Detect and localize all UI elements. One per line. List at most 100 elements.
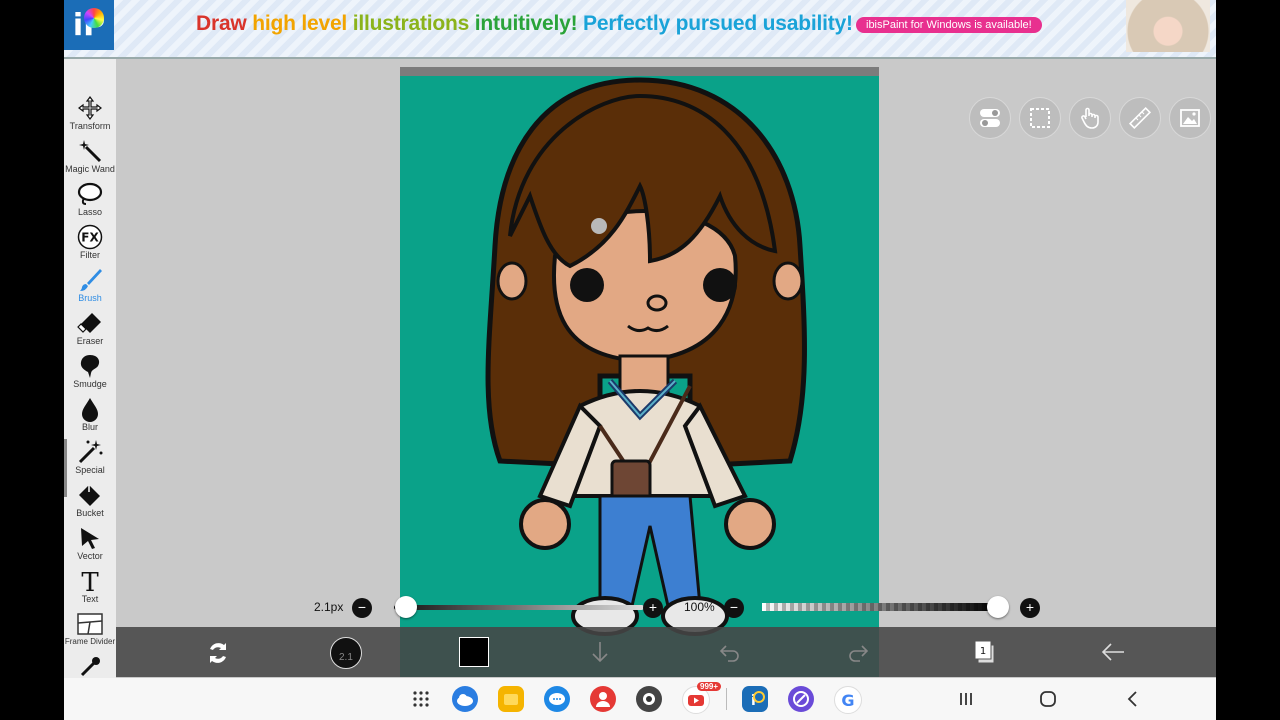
image-icon xyxy=(1180,109,1200,127)
hand-touch-icon xyxy=(1081,107,1099,129)
lasso-icon xyxy=(77,181,103,207)
home-circle-icon xyxy=(1040,691,1056,707)
apps-grid-icon xyxy=(413,691,429,707)
camera-app-icon[interactable] xyxy=(636,686,662,712)
files-app-icon[interactable] xyxy=(498,686,524,712)
headline-word-5: Perfectly pursued usability! xyxy=(583,12,853,35)
download-button[interactable] xyxy=(588,640,612,669)
home-nav-button[interactable] xyxy=(1039,690,1057,713)
back-nav-button[interactable] xyxy=(1124,690,1142,713)
app-drawer-button[interactable] xyxy=(412,690,430,713)
recents-icon xyxy=(960,693,972,705)
back-button[interactable] xyxy=(1100,640,1126,669)
vector-cursor-icon xyxy=(78,525,102,551)
tool-label: Blur xyxy=(81,422,98,432)
undo-icon xyxy=(719,645,739,662)
tool-eyedropper[interactable] xyxy=(64,654,116,680)
toolbar-scrollbar[interactable] xyxy=(64,439,67,497)
notification-badge: 999+ xyxy=(697,682,722,691)
slider-row: 2.1px − + 100% − + xyxy=(64,592,1216,622)
tool-bucket[interactable]: Bucket xyxy=(64,482,116,525)
ibispaint-app: iP Draw high level illustrations intuiti… xyxy=(64,0,1216,720)
touch-button[interactable] xyxy=(1069,97,1111,139)
color-swatch-button[interactable] xyxy=(459,637,489,667)
tool-label: Magic Wand xyxy=(65,164,115,174)
cloud-app-icon[interactable] xyxy=(452,686,478,712)
opacity-thumb[interactable] xyxy=(987,596,1009,618)
banner-character-portrait xyxy=(1126,0,1210,52)
bottom-toolbar: 2.1 1 xyxy=(116,627,1216,677)
drawing-canvas[interactable] xyxy=(400,67,879,677)
image-button[interactable] xyxy=(1169,97,1211,139)
youtube-app-icon[interactable]: 999+ xyxy=(682,682,722,714)
smudge-icon xyxy=(78,353,102,379)
ruler-button[interactable] xyxy=(1119,97,1161,139)
brush-size-label: 2.1px xyxy=(314,600,344,614)
layers-button[interactable]: 1 xyxy=(973,639,999,670)
tool-transform[interactable]: Transform xyxy=(64,95,116,138)
down-arrow-icon xyxy=(592,642,608,663)
headline-word-2: high level xyxy=(252,12,348,35)
ruler-icon xyxy=(1128,106,1152,130)
banner-headline: Draw high level illustrations intuitivel… xyxy=(196,12,853,36)
brush-size-thumb[interactable] xyxy=(395,596,417,618)
tool-label: Lasso xyxy=(77,207,103,217)
opacity-plus-button[interactable]: + xyxy=(1020,598,1040,618)
tool-eraser[interactable]: Eraser xyxy=(64,310,116,353)
fx-icon: FX xyxy=(77,224,103,250)
tool-filter[interactable]: FX Filter xyxy=(64,224,116,267)
eyedropper-icon xyxy=(78,654,102,680)
ibispaint-app-icon[interactable]: i xyxy=(742,686,768,712)
special-sparkle-icon xyxy=(77,439,103,465)
tool-lasso[interactable]: Lasso xyxy=(64,181,116,224)
canvas-rotate-button[interactable] xyxy=(204,639,232,667)
opacity-minus-button[interactable]: − xyxy=(724,598,744,618)
tool-special[interactable]: Special xyxy=(64,439,116,482)
undo-button[interactable] xyxy=(718,640,742,669)
headline-word-3: illustrations xyxy=(352,12,470,35)
brush-size-track[interactable] xyxy=(394,605,644,610)
redo-icon xyxy=(849,645,869,662)
tool-magic-wand[interactable]: Magic Wand xyxy=(64,138,116,181)
opacity-track[interactable] xyxy=(762,603,998,611)
tool-label: Eraser xyxy=(76,336,104,346)
bucket-icon xyxy=(77,482,103,508)
tool-label: Brush xyxy=(78,293,102,303)
tool-blur[interactable]: Blur xyxy=(64,396,116,439)
google-app-icon[interactable]: G xyxy=(834,686,862,714)
brush-size-minus-button[interactable]: − xyxy=(352,598,372,618)
selection-rect-icon xyxy=(1030,108,1050,128)
back-chevron-icon xyxy=(1127,691,1137,707)
selection-button[interactable] xyxy=(1019,97,1061,139)
svg-text:FX: FX xyxy=(81,231,99,245)
eraser-icon xyxy=(77,310,103,336)
tool-label: Smudge xyxy=(73,379,107,389)
magic-wand-icon xyxy=(78,138,102,164)
windows-available-pill[interactable]: ibisPaint for Windows is available! xyxy=(856,17,1042,33)
ibispaint-logo: iP xyxy=(64,0,114,50)
tool-label: Bucket xyxy=(76,508,104,518)
ad-banner[interactable]: iP Draw high level illustrations intuiti… xyxy=(64,0,1216,59)
tool-brush[interactable]: Brush xyxy=(64,267,116,310)
contacts-app-icon[interactable] xyxy=(590,686,616,712)
tool-label: Frame Divider xyxy=(64,637,116,646)
tool-label: Vector xyxy=(77,551,103,561)
redo-button[interactable] xyxy=(846,640,870,669)
tool-label: Special xyxy=(75,465,105,475)
brush-size-plus-button[interactable]: + xyxy=(643,598,663,618)
browser-app-icon[interactable] xyxy=(788,686,814,712)
opacity-label: 100% xyxy=(684,600,715,614)
rotate-arrows-icon xyxy=(210,643,226,663)
tool-smudge[interactable]: Smudge xyxy=(64,353,116,396)
toggle-settings-button[interactable] xyxy=(969,97,1011,139)
svg-text:G: G xyxy=(841,691,854,710)
brush-preview-button[interactable]: 2.1 xyxy=(330,637,362,669)
messages-app-icon[interactable] xyxy=(544,686,570,712)
move-arrows-icon xyxy=(78,95,102,121)
taskbar-divider xyxy=(726,688,727,710)
svg-text:T: T xyxy=(81,568,99,594)
tool-vector[interactable]: Vector xyxy=(64,525,116,568)
recents-nav-button[interactable] xyxy=(957,690,975,713)
toggle-icon xyxy=(980,109,1000,127)
svg-text:1: 1 xyxy=(980,646,986,657)
